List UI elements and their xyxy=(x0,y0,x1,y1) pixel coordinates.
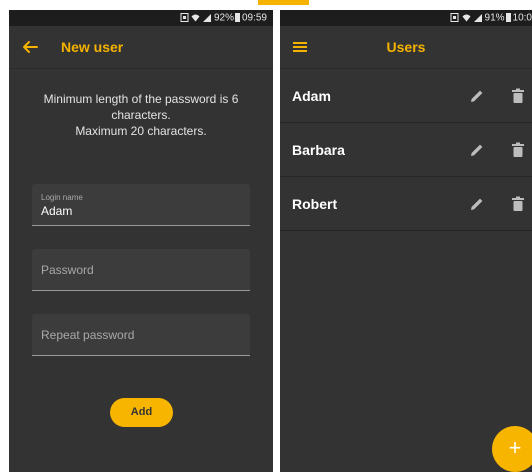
trash-icon[interactable] xyxy=(511,88,525,104)
info-line: Maximum 20 characters. xyxy=(75,124,207,138)
sim-icon xyxy=(450,12,459,22)
pencil-icon[interactable] xyxy=(469,88,485,104)
app-bar-divider xyxy=(9,68,273,69)
trash-icon[interactable] xyxy=(511,142,525,158)
user-row[interactable]: Barbara xyxy=(280,123,532,177)
repeat-password-field[interactable]: Repeat password xyxy=(32,314,250,356)
status-bar: 91% 10:0 xyxy=(280,10,532,26)
app-bar: Users xyxy=(280,26,532,68)
trash-icon[interactable] xyxy=(511,196,525,212)
repeat-password-placeholder: Repeat password xyxy=(41,328,135,342)
info-line: characters. xyxy=(111,108,171,122)
pencil-icon[interactable] xyxy=(469,142,485,158)
page-title: New user xyxy=(61,39,124,55)
battery-percent: 92% xyxy=(213,12,234,24)
password-requirements-text: Minimum length of the password is 6 char… xyxy=(23,91,259,139)
user-row[interactable]: Robert xyxy=(280,177,532,231)
user-name: Barbara xyxy=(292,142,345,158)
page-title: Users xyxy=(386,39,426,55)
signal-icon xyxy=(203,13,212,22)
password-field[interactable]: Password xyxy=(32,249,250,291)
status-time: 10:0 xyxy=(512,12,532,24)
status-icons xyxy=(180,10,212,26)
login-name-value: Adam xyxy=(41,204,73,218)
signal-icon xyxy=(473,13,482,22)
password-placeholder: Password xyxy=(41,263,94,277)
status-bar: 92% 09:59 xyxy=(9,10,273,26)
sim-icon xyxy=(180,12,189,22)
arrow-left-icon[interactable] xyxy=(21,38,39,56)
battery-icon xyxy=(234,12,240,22)
users-screen: 91% 10:0 Users Adam Barbara Robert + xyxy=(280,10,532,472)
status-time: 09:59 xyxy=(241,12,267,24)
battery-icon xyxy=(505,12,511,22)
user-name: Robert xyxy=(292,196,338,212)
user-name: Adam xyxy=(292,88,331,104)
add-user-fab[interactable]: + xyxy=(492,426,532,472)
top-accent-bar xyxy=(258,0,309,5)
battery-percent: 91% xyxy=(484,12,505,24)
add-button[interactable]: Add xyxy=(110,398,173,427)
info-line: Minimum length of the password is 6 xyxy=(43,92,239,106)
wifi-icon xyxy=(191,14,200,22)
wifi-icon xyxy=(462,14,471,22)
login-name-field[interactable]: Login name Adam xyxy=(32,184,250,226)
new-user-screen: 92% 09:59 New user Minimum length of the … xyxy=(9,10,273,472)
pencil-icon[interactable] xyxy=(469,196,485,212)
login-name-label: Login name xyxy=(41,193,83,202)
user-row[interactable]: Adam xyxy=(280,69,532,123)
status-icons xyxy=(450,10,482,26)
app-bar: New user xyxy=(9,26,273,68)
